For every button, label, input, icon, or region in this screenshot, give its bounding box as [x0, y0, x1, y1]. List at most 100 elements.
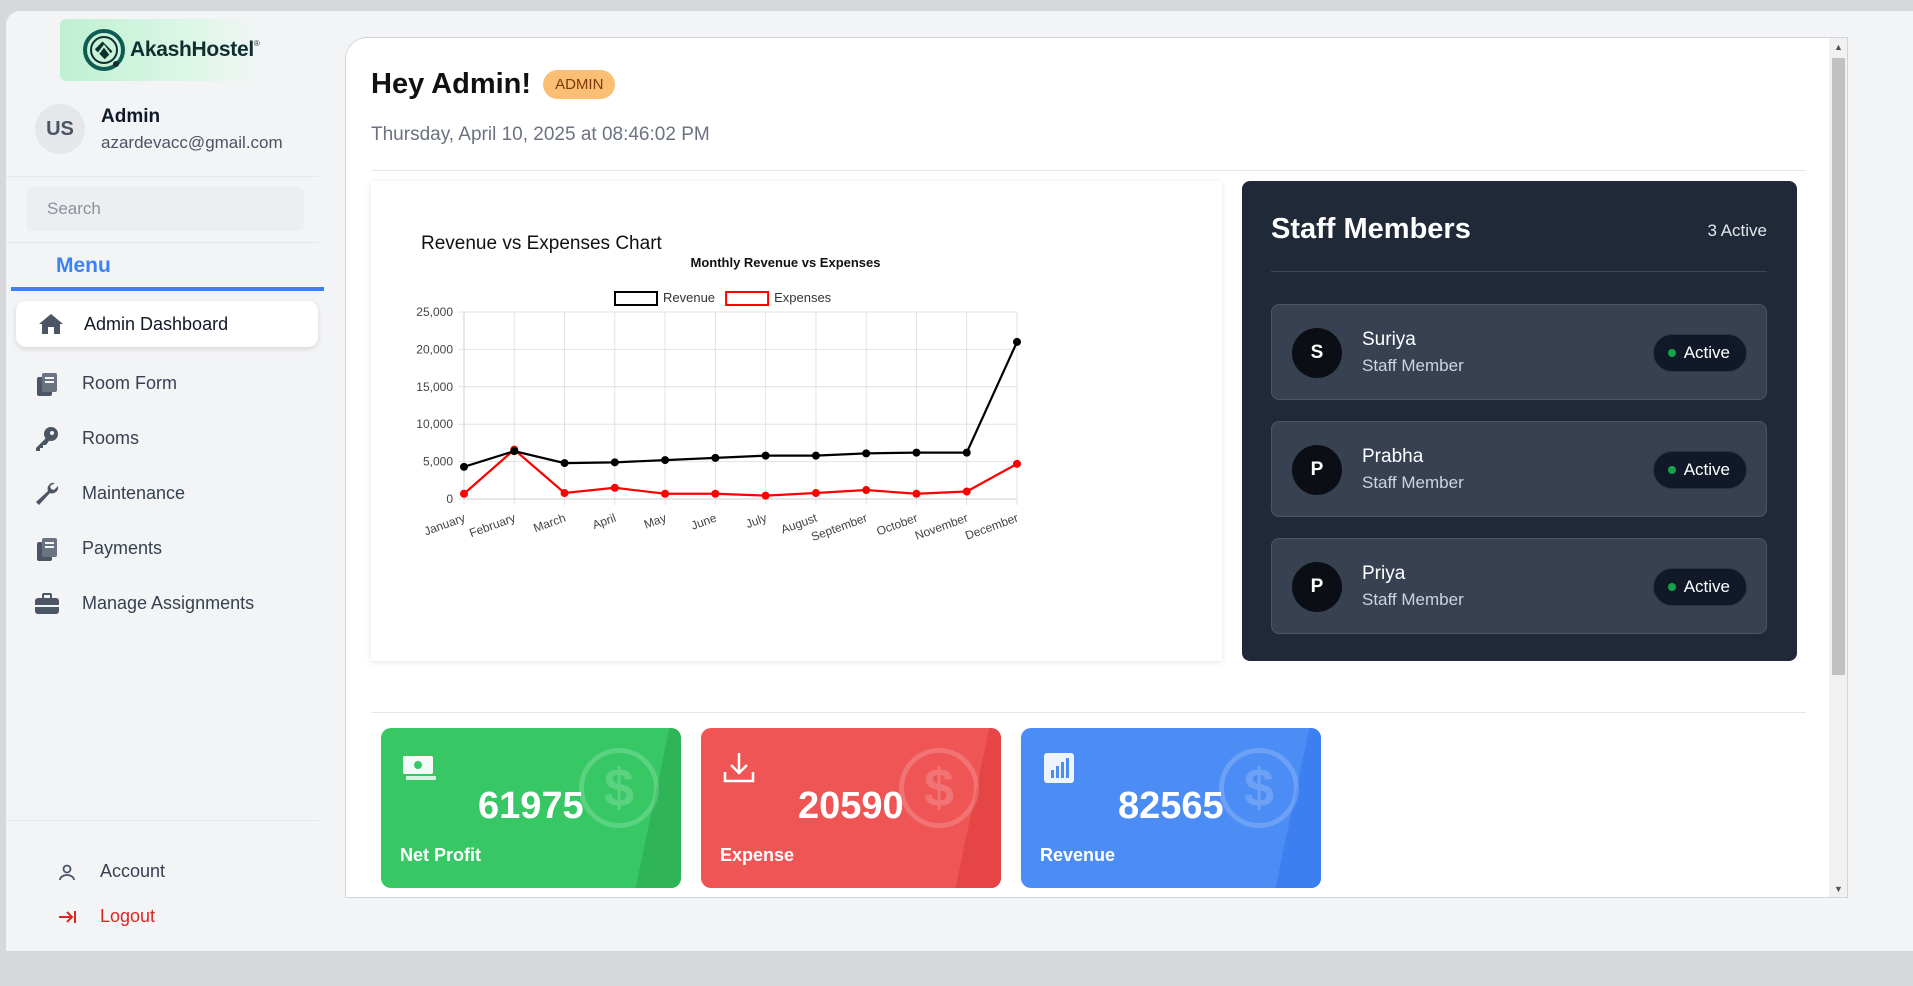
x-tick-label: May	[642, 511, 668, 532]
user-icon	[58, 863, 78, 881]
avatar: S	[1292, 328, 1342, 378]
status-badge: Active	[1652, 568, 1747, 606]
main-panel: Hey Admin! ADMIN Thursday, April 10, 202…	[345, 37, 1848, 898]
y-tick-label: 0	[446, 492, 453, 506]
revenue-card[interactable]: $ 82565 Revenue	[1021, 728, 1321, 888]
data-point-expenses	[460, 489, 468, 498]
data-point-revenue	[510, 447, 519, 456]
download-icon	[723, 753, 755, 783]
scroll-thumb[interactable]	[1832, 58, 1845, 675]
data-point-expenses	[761, 491, 770, 500]
data-point-revenue	[862, 449, 871, 458]
revenue-chart-card: Revenue vs Expenses Chart Monthly Revenu…	[371, 181, 1222, 661]
sidebar-item-manage-assignments[interactable]: Manage Assignments	[16, 576, 318, 631]
role-badge: ADMIN	[543, 70, 616, 99]
sidebar-item-room-form[interactable]: Room Form	[16, 356, 318, 411]
search-input[interactable]	[26, 187, 304, 231]
logout-icon	[58, 909, 78, 925]
data-point-expenses	[1013, 459, 1021, 468]
staff-row[interactable]: S Suriya Staff Member Active	[1271, 304, 1767, 400]
staff-row[interactable]: P Priya Staff Member Active	[1271, 538, 1767, 634]
divider	[1271, 271, 1767, 272]
data-point-revenue	[761, 451, 770, 460]
sidebar-item-label: Payments	[82, 538, 163, 558]
x-tick-label: November	[913, 511, 970, 543]
status-label: Active	[1683, 460, 1730, 479]
staff-role: Staff Member	[1362, 473, 1464, 492]
data-point-expenses	[711, 489, 720, 498]
status-badge: Active	[1652, 451, 1747, 489]
sidebar-item-label: Room Form	[82, 373, 178, 393]
sidebar-nav: Admin Dashboard Room Form Rooms Maintena…	[16, 301, 318, 631]
bottom-nav: Account Logout	[58, 849, 165, 939]
x-tick-label: March	[531, 511, 567, 536]
net-profit-card[interactable]: $ 61975 Net Profit	[381, 728, 681, 888]
sidebar-item-admin-dashboard[interactable]: Admin Dashboard	[16, 301, 318, 347]
x-tick-label: June	[689, 511, 719, 533]
legend-label: Expenses	[774, 290, 832, 305]
data-point-expenses	[811, 489, 820, 498]
scroll-up-icon[interactable]: ▲	[1834, 42, 1843, 52]
legend-label: Revenue	[663, 290, 715, 305]
menu-underline	[11, 287, 324, 291]
legend-swatch	[725, 291, 770, 306]
data-point-expenses	[610, 483, 619, 492]
bar-chart-icon	[1044, 753, 1074, 783]
y-tick-label: 20,000	[416, 342, 453, 356]
status-dot-icon	[1667, 583, 1676, 591]
x-tick-label: October	[875, 511, 920, 539]
clipboard-icon	[34, 371, 60, 397]
y-tick-label: 15,000	[416, 380, 453, 394]
wrench-icon	[34, 481, 60, 507]
logout-label: Logout	[100, 906, 156, 926]
y-tick-label: 25,000	[416, 305, 453, 319]
user-profile[interactable]: US Admin azardevacc@gmail.com	[35, 104, 283, 154]
expense-card[interactable]: $ 20590 Expense	[701, 728, 1001, 888]
logout-link[interactable]: Logout	[58, 894, 165, 939]
account-link[interactable]: Account	[58, 849, 165, 894]
data-point-expenses	[912, 489, 921, 498]
sidebar-item-maintenance[interactable]: Maintenance	[16, 466, 318, 521]
sidebar-item-label: Admin Dashboard	[84, 313, 229, 334]
divider	[6, 176, 319, 177]
user-name: Admin	[101, 105, 161, 127]
divider	[6, 820, 319, 821]
brand-logo[interactable]: AkashHostel ®	[60, 19, 260, 81]
scroll-down-icon[interactable]: ▼	[1834, 884, 1843, 894]
staff-title: Staff Members	[1271, 213, 1471, 245]
staff-row[interactable]: P Prabha Staff Member Active	[1271, 421, 1767, 517]
x-tick-label: February	[467, 511, 517, 541]
staff-role: Staff Member	[1362, 356, 1464, 375]
page-header: Hey Admin! ADMIN	[371, 68, 616, 101]
status-label: Active	[1683, 577, 1730, 596]
data-point-revenue	[912, 448, 921, 457]
avatar: P	[1292, 562, 1342, 612]
status-badge: Active	[1652, 334, 1747, 372]
vertical-scrollbar[interactable]: ▲ ▼	[1829, 38, 1847, 897]
data-point-revenue	[560, 459, 569, 468]
avatar: US	[35, 104, 85, 154]
data-point-revenue	[711, 453, 720, 462]
divider	[371, 712, 1806, 713]
divider	[371, 170, 1806, 171]
net-profit-value: 61975	[478, 785, 584, 827]
current-datetime: Thursday, April 10, 2025 at 08:46:02 PM	[371, 124, 710, 145]
sidebar-item-rooms[interactable]: Rooms	[16, 411, 318, 466]
staff-role: Staff Member	[1362, 590, 1464, 609]
sidebar-item-label: Rooms	[82, 428, 140, 448]
staff-name: Suriya	[1362, 329, 1416, 350]
status-dot-icon	[1667, 349, 1676, 357]
status-label: Active	[1683, 343, 1730, 362]
divider	[6, 242, 319, 243]
x-tick-label: April	[590, 511, 617, 532]
x-tick-label: December	[963, 511, 1020, 543]
data-point-revenue	[460, 462, 468, 471]
brand-name: AkashHostel	[130, 38, 254, 61]
y-tick-label: 10,000	[416, 417, 453, 431]
data-point-expenses	[560, 489, 569, 498]
x-tick-label: January	[422, 511, 467, 539]
sidebar-item-payments[interactable]: Payments	[16, 521, 318, 576]
data-point-expenses	[661, 489, 670, 498]
page-title: Hey Admin!	[371, 68, 532, 100]
legend-swatch	[614, 291, 658, 306]
